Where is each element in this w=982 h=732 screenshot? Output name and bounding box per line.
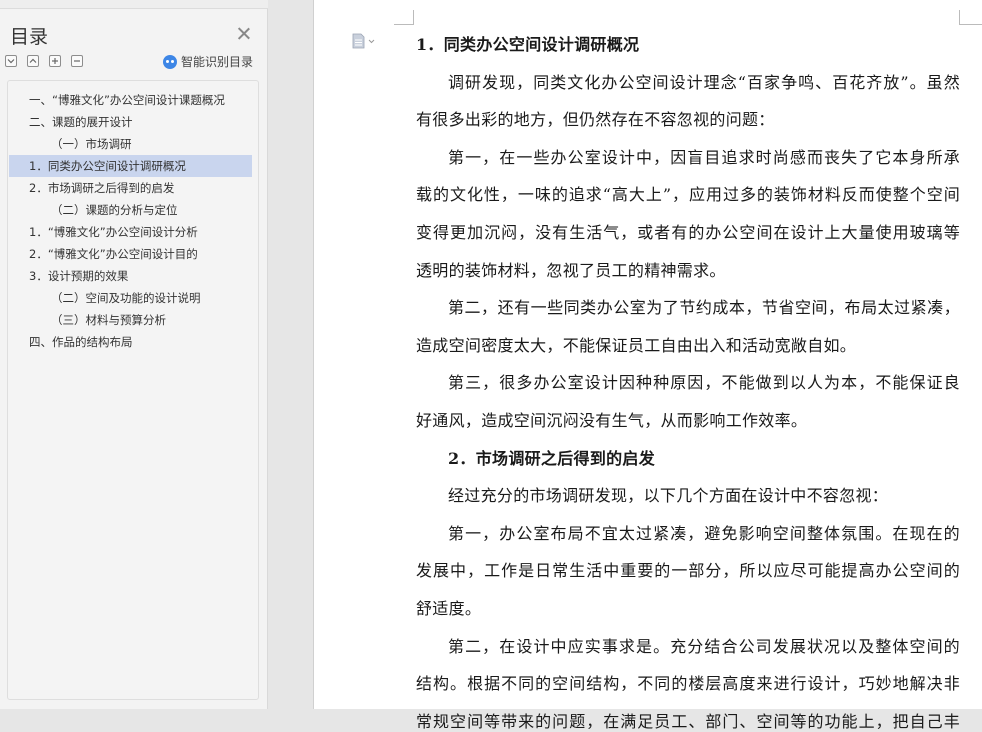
toc-sidebar: 目录 智能识别目录 一、“博雅文化”办公空间设计课题概况 二、课题的展开设计 （一）…: [0, 0, 268, 709]
paragraph-line: 第二，还有一些同类办公室为了节约成本，节省空间，布局太过紧凑，: [448, 298, 960, 318]
paragraph-line: 常规空间等带来的问题，在满足员工、部门、空间等的功能上，把自己丰: [416, 711, 960, 731]
paragraph-line: 第三，很多办公室设计因种种原因，不能做到以人为本，不能保证良: [448, 373, 960, 393]
sidebar-top-strip: [0, 0, 268, 9]
paragraph-line: 舒适度。: [416, 599, 482, 618]
toc-item[interactable]: 2．市场调研之后得到的启发: [9, 177, 252, 199]
section-heading: 2．市场调研之后得到的启发: [448, 448, 656, 468]
paragraph-line: 好通风，造成空间沉闷没有生气，从而影响工作效率。: [416, 411, 808, 430]
paragraph-line: 第一，在一些办公室设计中，因盲目追求时尚感而丧失了它本身所承: [448, 147, 960, 167]
toc-item[interactable]: （一）市场调研: [9, 133, 252, 155]
expand-plus-icon[interactable]: [49, 55, 61, 67]
section-heading: 1．同类办公空间设计调研概况: [416, 35, 640, 54]
toc-item[interactable]: （二）空间及功能的设计说明: [9, 287, 252, 309]
toc-item[interactable]: 2．“博雅文化”办公空间设计目的: [9, 243, 252, 265]
sidebar-title: 目录: [10, 26, 49, 48]
paragraph-line: 变得更加沉闷，没有生活气，或者有的办公空间在设计上大量使用玻璃等: [416, 223, 960, 242]
paragraph-line: 第二，在设计中应实事求是。充分结合公司发展状况以及整体空间的: [448, 636, 960, 656]
toc-item[interactable]: （三）材料与预算分析: [9, 309, 252, 331]
toc-item[interactable]: 四、作品的结构布局: [9, 331, 252, 353]
paragraph-line: 透明的装饰材料，忽视了员工的精神需求。: [416, 260, 726, 280]
paragraph-line: 经过充分的市场调研发现，以下几个方面在设计中不容忽视：: [448, 486, 889, 506]
crop-mark-top-left: [394, 10, 414, 25]
paragraph-line: 第一，办公室布局不宜太过紧凑，避免影响空间整体氛围。在现在的: [448, 523, 960, 543]
toc-toolbar: [5, 55, 83, 69]
toc-item[interactable]: 一、“博雅文化”办公空间设计课题概况: [9, 89, 252, 111]
toc-item[interactable]: 1．同类办公空间设计调研概况: [9, 155, 252, 177]
close-icon[interactable]: [236, 26, 252, 42]
toc-item[interactable]: 3．设计预期的效果: [9, 265, 252, 287]
paragraph-line: 发展中，工作是日常生活中重要的一部分，所以应尽可能提高办公空间的: [416, 561, 960, 581]
smart-toc-button[interactable]: 智能识别目录: [163, 53, 253, 70]
smart-recognize-icon: [163, 54, 177, 69]
document-outline-icon[interactable]: [352, 33, 376, 49]
paragraph-line: 造成空间密度太大，不能保证员工自由出入和活动宽敞自如。: [416, 335, 857, 355]
toc-list: 一、“博雅文化”办公空间设计课题概况 二、课题的展开设计 （一）市场调研 1．同类办公…: [7, 80, 259, 700]
document-page: 1．同类办公空间设计调研概况调研发现，同类文化办公空间设计理念“百家争鸣、百花齐…: [313, 0, 982, 731]
toc-item[interactable]: 1．“博雅文化”办公空间设计分析: [9, 221, 252, 243]
paragraph-line: 有很多出彩的地方，但仍然存在不容忽视的问题：: [416, 110, 775, 130]
collapse-minus-icon[interactable]: [71, 55, 83, 67]
toc-item[interactable]: 二、课题的展开设计: [9, 111, 252, 133]
paragraph-line: 载的文化性，一味的追求“高大上”，应用过多的装饰材料反而使整个空间: [416, 185, 960, 205]
toc-item[interactable]: （二）课题的分析与定位: [9, 199, 252, 221]
paragraph-line: 结构。根据不同的空间结构，不同的楼层高度来进行设计，巧妙地解决非: [416, 674, 960, 694]
smart-toc-label: 智能识别目录: [181, 55, 254, 69]
crop-mark-top-right: [959, 10, 982, 25]
page-gutter: [268, 0, 313, 709]
chevron-down-icon[interactable]: [5, 55, 17, 67]
chevron-up-icon[interactable]: [27, 55, 39, 67]
paragraph-line: 调研发现，同类文化办公空间设计理念“百家争鸣、百花齐放”。虽然: [448, 72, 960, 92]
